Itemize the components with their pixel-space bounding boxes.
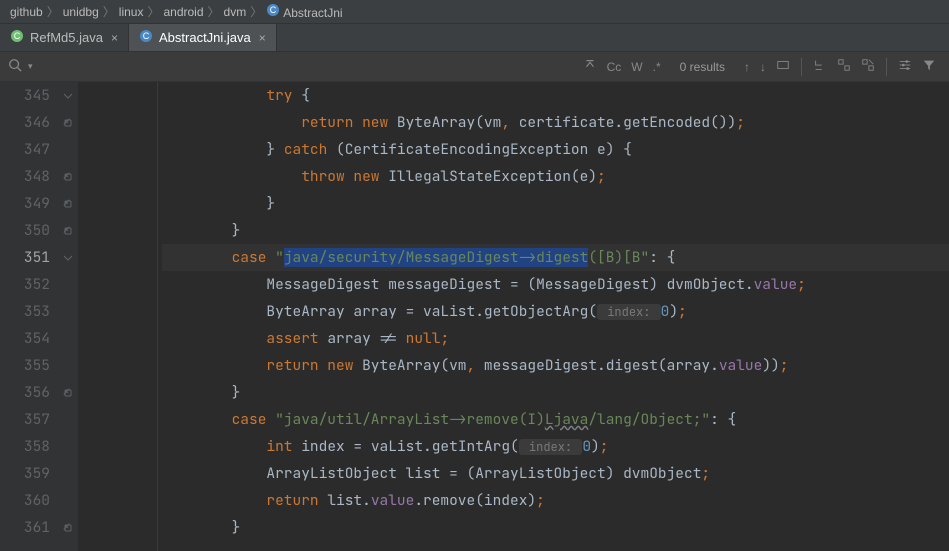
editor-tab[interactable]: C AbstractJni.java × — [129, 24, 277, 51]
fold-marker-icon[interactable] — [63, 199, 73, 209]
java-class-icon: C — [139, 29, 153, 46]
code-line[interactable]: return new ByteArray(vm, messageDigest.d… — [162, 352, 949, 379]
breadcrumb-leaf[interactable]: CAbstractJni — [266, 3, 342, 20]
code-line[interactable]: } catch (CertificateEncodingException e)… — [162, 136, 949, 163]
words-button[interactable]: W — [631, 60, 642, 74]
fold-marker-icon[interactable] — [63, 523, 73, 533]
fold-marker-icon[interactable] — [63, 226, 73, 236]
fold-icon[interactable] — [63, 253, 73, 263]
breadcrumb[interactable]: github〉unidbg〉linux〉android〉dvm〉CAbstrac… — [0, 0, 949, 24]
fold-marker-icon[interactable] — [63, 118, 73, 128]
fold-marker-icon[interactable] — [63, 388, 73, 398]
regex-button[interactable]: .* — [653, 60, 661, 74]
code-editor[interactable]: 3453463473483493503513523533543553563573… — [0, 82, 949, 551]
java-class-icon: C — [10, 29, 24, 46]
code-line[interactable]: MessageDigest messageDigest = (MessageDi… — [162, 271, 949, 298]
add-selection-icon[interactable] — [837, 58, 851, 75]
code-line[interactable]: assert array != null; — [162, 325, 949, 352]
settings-icon[interactable] — [898, 58, 912, 75]
code-line[interactable]: } — [162, 379, 949, 406]
code-line[interactable]: } — [162, 217, 949, 244]
breadcrumb-item[interactable]: linux — [119, 5, 144, 19]
match-case-button[interactable]: Cc — [607, 60, 622, 74]
code-line[interactable]: ByteArray array = vaList.getObjectArg( i… — [162, 298, 949, 325]
fold-icon[interactable] — [63, 91, 73, 101]
code-line[interactable]: } — [162, 190, 949, 217]
results-count: 0 results — [680, 60, 725, 74]
next-match-icon[interactable]: ↓ — [760, 60, 766, 74]
code-line[interactable]: try { — [162, 82, 949, 109]
breadcrumb-item[interactable]: dvm — [224, 5, 247, 19]
breadcrumb-item[interactable]: unidbg — [63, 5, 99, 19]
filter-icon[interactable] — [922, 58, 936, 75]
tab-label: AbstractJni.java — [159, 30, 251, 45]
code-area[interactable]: try { return new ByteArray(vm, certifica… — [158, 82, 949, 551]
code-line[interactable]: case "java/util/ArrayList->remove(I)Ljav… — [162, 406, 949, 433]
code-line[interactable]: throw new IllegalStateException(e); — [162, 163, 949, 190]
class-icon: C — [266, 3, 280, 17]
prev-match-icon[interactable]: ↑ — [744, 60, 750, 74]
editor-tab[interactable]: C RefMd5.java × — [0, 24, 129, 51]
search-dropdown-icon[interactable]: ▾ — [28, 61, 33, 72]
close-icon[interactable]: × — [259, 31, 266, 45]
code-line[interactable]: return new ByteArray(vm, certificate.get… — [162, 109, 949, 136]
remove-selection-icon[interactable] — [861, 58, 875, 75]
breadcrumb-item[interactable]: android — [163, 5, 203, 19]
code-line[interactable]: return list.value.remove(index); — [162, 487, 949, 514]
line-gutter: 3453463473483493503513523533543553563573… — [0, 82, 58, 551]
close-icon[interactable]: × — [111, 31, 118, 45]
code-line[interactable]: ArrayListObject list = (ArrayListObject)… — [162, 460, 949, 487]
indent-guides — [78, 82, 158, 551]
gutter-markers[interactable] — [58, 82, 78, 551]
prev-occurrence-icon[interactable] — [583, 58, 597, 75]
editor-tabs: C RefMd5.java × C AbstractJni.java × — [0, 24, 949, 52]
fold-marker-icon[interactable] — [63, 172, 73, 182]
code-line[interactable]: int index = vaList.getIntArg( index: 0); — [162, 433, 949, 460]
svg-text:C: C — [14, 31, 21, 41]
svg-text:C: C — [270, 5, 277, 15]
code-line[interactable]: } — [162, 514, 949, 541]
tab-label: RefMd5.java — [30, 30, 103, 45]
find-bar[interactable]: ▾ Cc W .* 0 results ↑ ↓ — [0, 52, 949, 82]
select-all-icon[interactable] — [776, 58, 790, 75]
breadcrumb-item[interactable]: github — [10, 5, 43, 19]
code-line[interactable]: case "java/security/MessageDigest->diges… — [162, 244, 949, 271]
search-icon[interactable] — [8, 58, 22, 75]
svg-text:C: C — [143, 31, 150, 41]
new-line-icon[interactable] — [813, 58, 827, 75]
